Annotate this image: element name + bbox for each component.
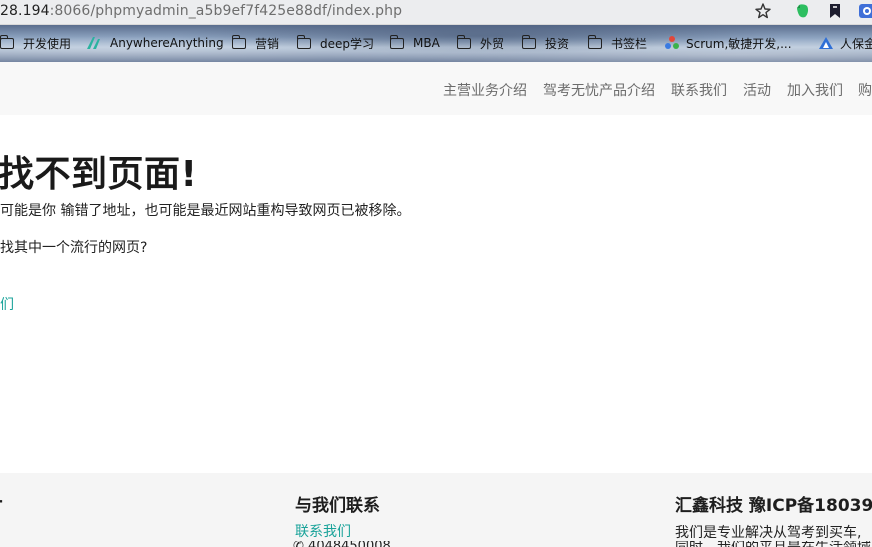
bookmark-item[interactable]: 营销 bbox=[231, 33, 280, 53]
site-navbar: 主营业务介绍 驾考无忧产品介绍 联系我们 活动 加入我们 购 bbox=[0, 62, 872, 115]
scrum-logo-icon bbox=[664, 35, 680, 51]
page-title: 找不到页面! bbox=[0, 154, 198, 195]
nav-link-contact[interactable]: 联系我们 bbox=[671, 80, 727, 100]
footer: ‐ 与我们联系 联系我们 ✆ 4048450008 汇鑫科技 豫ICP备1803… bbox=[0, 473, 872, 547]
bookmark-label: 人保金 bbox=[840, 36, 872, 51]
triangle-logo-icon bbox=[818, 36, 834, 50]
footer-phone-number: 4048450008 bbox=[308, 541, 391, 547]
folder-icon bbox=[456, 34, 471, 49]
browser-address-bar[interactable]: 28.194:8066/phpmyadmin_a5b9ef7f425e88df/… bbox=[0, 0, 872, 25]
bookmark-item[interactable]: 书签栏 bbox=[587, 33, 648, 53]
url-host: 28.194 bbox=[0, 3, 50, 19]
bookmark-item[interactable]: Scrum,敏捷开发,... bbox=[664, 33, 792, 53]
url-text[interactable]: 28.194:8066/phpmyadmin_a5b9ef7f425e88df/… bbox=[0, 3, 402, 19]
bookmark-item[interactable]: 外贸 bbox=[456, 33, 505, 53]
suggestion-text: 找其中一个流行的网页? bbox=[0, 240, 148, 256]
url-path: :8066/phpmyadmin_a5b9ef7f425e88df/index.… bbox=[49, 3, 403, 19]
phone-icon: ✆ bbox=[293, 541, 304, 547]
folder-icon bbox=[231, 34, 246, 49]
bookmark-item[interactable]: AnywhereAnything bbox=[86, 33, 224, 53]
footer-heading-contact: 与我们联系 bbox=[295, 496, 380, 516]
bookmark-item[interactable]: 开发使用 bbox=[0, 33, 71, 53]
footer-phone: ✆ 4048450008 bbox=[293, 541, 391, 547]
bookmark-label: Scrum,敏捷开发,... bbox=[686, 36, 792, 51]
bookmark-item[interactable]: deep学习 bbox=[296, 33, 375, 53]
bookmark-item[interactable]: 人保金 bbox=[818, 33, 872, 53]
extension-icon[interactable] bbox=[858, 2, 872, 24]
footer-heading-company: 汇鑫科技 豫ICP备18039 bbox=[675, 496, 872, 516]
contact-link[interactable]: 们 bbox=[0, 294, 14, 314]
bookmark-item[interactable]: 投资 bbox=[521, 33, 570, 53]
bookmark-label: deep学习 bbox=[320, 36, 375, 51]
footer-company-text-2: 同时，我们的平且是在生活领域 bbox=[675, 541, 871, 547]
nav-link-business[interactable]: 主营业务介绍 bbox=[443, 80, 527, 100]
bookmark-label: AnywhereAnything bbox=[110, 36, 224, 50]
bookmark-label: MBA bbox=[413, 36, 440, 50]
anywhere-logo-icon bbox=[86, 36, 102, 50]
bookmark-label: 外贸 bbox=[480, 36, 505, 51]
folder-icon bbox=[587, 34, 602, 49]
bookmark-label: 书签栏 bbox=[611, 36, 648, 51]
bookmark-label: 投资 bbox=[545, 36, 570, 51]
star-icon[interactable] bbox=[754, 2, 772, 24]
footer-heading-about: ‐ bbox=[0, 491, 3, 511]
bookmark-extension-icon[interactable] bbox=[826, 2, 844, 24]
folder-icon bbox=[521, 34, 536, 49]
footer-contact-link[interactable]: 联系我们 bbox=[295, 521, 351, 541]
bookmarks-bar: 开发使用 AnywhereAnything 营销 deep学习 MBA 外贸 投… bbox=[0, 25, 872, 62]
error-description: 可能是你 输错了地址，也可能是最近网站重构导致网页已被移除。 bbox=[0, 203, 411, 219]
folder-icon bbox=[0, 34, 14, 49]
nav-link-join[interactable]: 加入我们 bbox=[787, 80, 843, 100]
bookmark-label: 开发使用 bbox=[23, 36, 72, 51]
nav-link-activities[interactable]: 活动 bbox=[743, 80, 771, 100]
evernote-icon[interactable] bbox=[794, 2, 812, 24]
nav-link-buy[interactable]: 购 bbox=[858, 80, 872, 100]
folder-icon bbox=[296, 34, 311, 49]
footer-company-text: 我们是专业解决从驾考到买车, bbox=[675, 525, 862, 541]
folder-icon bbox=[389, 34, 404, 49]
bookmark-item[interactable]: MBA bbox=[389, 33, 440, 53]
nav-link-product[interactable]: 驾考无忧产品介绍 bbox=[543, 80, 655, 100]
bookmark-label: 营销 bbox=[255, 36, 280, 51]
